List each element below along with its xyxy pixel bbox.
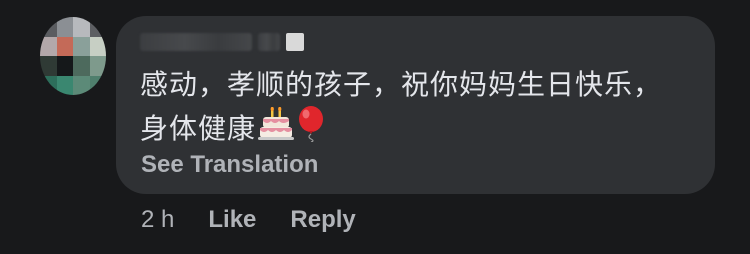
see-translation-link[interactable]: See Translation	[141, 151, 318, 179]
birthday-cake-icon	[258, 106, 295, 153]
red-balloon-icon	[296, 106, 326, 154]
reply-button[interactable]: Reply	[290, 206, 355, 234]
author-name-redacted	[140, 33, 252, 51]
comment-timestamp[interactable]: 2 h	[141, 206, 174, 234]
comment-text-line1: 感动，孝顺的孩子，祝你妈妈生日快乐，	[140, 68, 663, 101]
comment-actions: 2 h Like Reply	[141, 206, 356, 234]
author-name[interactable]	[140, 33, 304, 51]
comment-text-line2: 身体健康	[140, 112, 257, 145]
author-badge	[286, 33, 304, 51]
author-name-redacted-2	[258, 33, 280, 51]
avatar[interactable]	[40, 17, 106, 95]
comment-text: 感动，孝顺的孩子，祝你妈妈生日快乐， 身体健康	[140, 64, 700, 154]
like-button[interactable]: Like	[208, 206, 256, 234]
